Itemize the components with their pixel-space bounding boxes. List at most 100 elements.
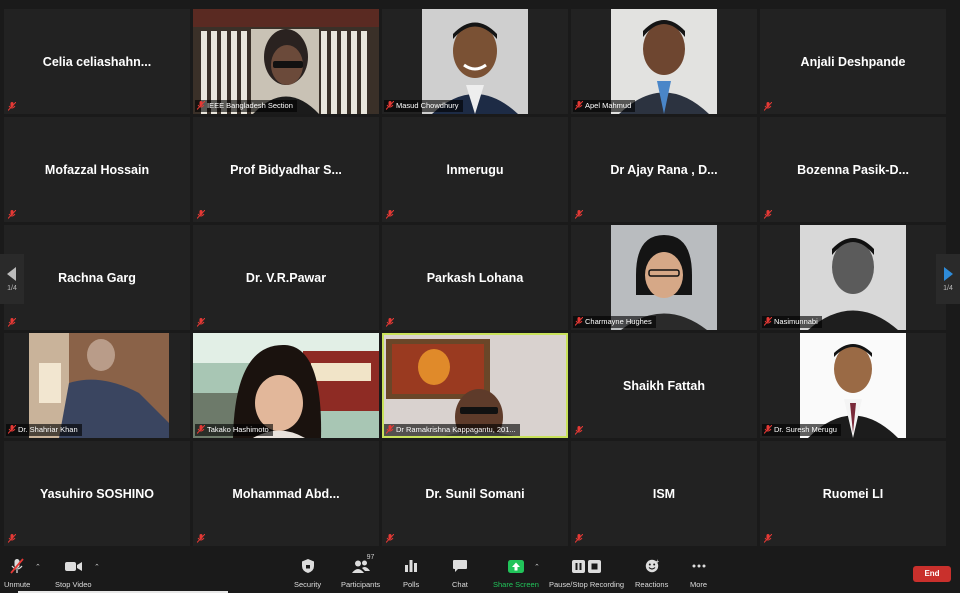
participant-label: Apel Mahmud [573, 100, 636, 112]
participants-button[interactable]: 97 Participants [341, 554, 380, 589]
participant-video [611, 9, 717, 114]
stop-video-label: Stop Video [55, 580, 92, 589]
participant-name: Parkash Lohana [426, 270, 524, 285]
participant-tile[interactable]: Anjali Deshpande [760, 9, 946, 114]
participant-tile[interactable]: Celia celiashahn... [4, 9, 190, 114]
smiley-icon: + [645, 559, 659, 573]
participant-tile[interactable]: Charmayne Hughes [571, 225, 757, 330]
participant-name: Dr Ramakrishna Kappagantu, 201... [396, 425, 516, 434]
participant-tile[interactable]: Mohammad Abd... [193, 441, 379, 546]
participant-video [384, 335, 566, 436]
video-options-caret-icon[interactable]: ⌃ [94, 563, 100, 571]
participant-tile[interactable]: Shaikh Fattah [571, 333, 757, 438]
participant-tile-active-speaker[interactable]: Dr Ramakrishna Kappagantu, 201... [382, 333, 568, 438]
participant-name: Dr. Sunil Somani [425, 486, 525, 501]
security-button[interactable]: Security [294, 557, 321, 589]
reactions-label: Reactions [635, 580, 669, 589]
pause-stop-icon [571, 559, 601, 573]
participant-label: Masud Chowdhury [384, 100, 463, 112]
unmute-label: Unmute [4, 580, 31, 589]
participant-tile[interactable]: Dr Ajay Rana , D... [571, 117, 757, 222]
svg-text:+: + [655, 559, 659, 565]
more-button[interactable]: More [690, 557, 707, 589]
participant-tile[interactable]: Yasuhiro SOSHINO [4, 441, 190, 546]
page-indicator: 1/4 [7, 284, 17, 292]
shield-icon [301, 559, 314, 573]
pause-stop-recording-button[interactable]: Pause/Stop Recording [549, 557, 624, 589]
participant-tile[interactable]: Parkash Lohana [382, 225, 568, 330]
participant-label: Charmayne Hughes [573, 316, 656, 328]
participant-name: Charmayne Hughes [585, 317, 652, 326]
participant-tile[interactable]: ISM [571, 441, 757, 546]
participant-tile[interactable]: Dr. Shahriar Khan [4, 333, 190, 438]
muted-mic-icon [8, 425, 16, 434]
participant-name: Dr Ajay Rana , D... [610, 162, 718, 177]
bar-chart-icon [405, 560, 418, 572]
share-screen-button[interactable]: Share Screen [493, 557, 539, 589]
next-page-button[interactable]: 1/4 [936, 254, 960, 304]
chat-label: Chat [452, 580, 468, 589]
muted-mic-icon [8, 102, 16, 111]
more-label: More [690, 580, 708, 589]
muted-mic-icon [386, 318, 394, 327]
audio-options-caret-icon[interactable]: ⌃ [35, 563, 41, 571]
participant-name: Anjali Deshpande [800, 54, 906, 69]
participant-name: Dr. Suresh Merugu [774, 425, 837, 434]
participant-tile[interactable]: Masud Chowdhury [382, 9, 568, 114]
participant-tile[interactable]: Dr. Sunil Somani [382, 441, 568, 546]
page-indicator: 1/4 [943, 284, 953, 292]
unmute-button[interactable]: Unmute [4, 557, 30, 589]
participant-name: Celia celiashahn... [42, 54, 152, 69]
participant-name: Rachna Garg [58, 270, 136, 285]
participant-video [422, 9, 528, 114]
participant-tile[interactable]: lnmerugu [382, 117, 568, 222]
muted-mic-icon [197, 318, 205, 327]
previous-page-button[interactable]: 1/4 [0, 254, 24, 304]
participant-tile[interactable]: Bozenna Pasik-D... [760, 117, 946, 222]
participant-label: Nasimunnabi [762, 316, 822, 328]
muted-mic-icon [575, 101, 583, 110]
share-options-caret-icon[interactable]: ⌃ [534, 563, 540, 571]
video-camera-icon [64, 561, 82, 571]
meeting-toolbar: Unmute ⌃ Stop Video ⌃ Security 97 Partic… [0, 554, 960, 593]
muted-mic-icon [764, 534, 772, 543]
participant-name: Prof Bidyadhar S... [230, 162, 342, 177]
participant-tile[interactable]: Apel Mahmud [571, 9, 757, 114]
participant-tile[interactable]: Rachna Garg [4, 225, 190, 330]
participant-tile[interactable]: Dr. Suresh Merugu [760, 333, 946, 438]
participant-video [193, 9, 379, 114]
reactions-button[interactable]: + Reactions [635, 557, 668, 589]
participant-label: Dr. Suresh Merugu [762, 424, 841, 436]
participant-label: Takako Hashimoto [195, 424, 273, 436]
muted-mic-icon [764, 317, 772, 326]
participant-tile[interactable]: Ruomei LI [760, 441, 946, 546]
share-screen-icon [507, 559, 524, 573]
participant-tile[interactable]: Nasimunnabi [760, 225, 946, 330]
participant-name: Mohammad Abd... [232, 486, 340, 501]
participant-name: Apel Mahmud [585, 101, 632, 110]
stop-video-button[interactable]: Stop Video [55, 557, 92, 589]
muted-mic-icon [575, 317, 583, 326]
participant-name: IEEE Bangladesh Section [207, 101, 293, 110]
participant-tile[interactable]: Dr. V.R.Pawar [193, 225, 379, 330]
chat-button[interactable]: Chat [452, 557, 468, 589]
participant-name: Dr. V.R.Pawar [245, 270, 327, 285]
participant-tile[interactable]: Mofazzal Hossain [4, 117, 190, 222]
participant-tile[interactable]: Takako Hashimoto [193, 333, 379, 438]
polls-button[interactable]: Polls [403, 557, 419, 589]
end-meeting-button[interactable]: End [913, 566, 951, 582]
participant-video [193, 333, 379, 438]
video-gallery: Celia celiashahn... IEEE Bangladesh Sect… [4, 9, 946, 546]
participant-name: ISM [652, 486, 676, 501]
muted-mic-icon [764, 102, 772, 111]
participant-name: Nasimunnabi [774, 317, 818, 326]
muted-mic-icon [197, 101, 205, 110]
participant-name: Shaikh Fattah [623, 378, 705, 393]
polls-label: Polls [403, 580, 420, 589]
participant-tile[interactable]: Prof Bidyadhar S... [193, 117, 379, 222]
participant-tile[interactable]: IEEE Bangladesh Section [193, 9, 379, 114]
participant-name: Dr. Shahriar Khan [18, 425, 78, 434]
muted-mic-icon [386, 425, 394, 434]
participant-label: IEEE Bangladesh Section [195, 100, 297, 112]
participant-label: Dr. Shahriar Khan [6, 424, 82, 436]
